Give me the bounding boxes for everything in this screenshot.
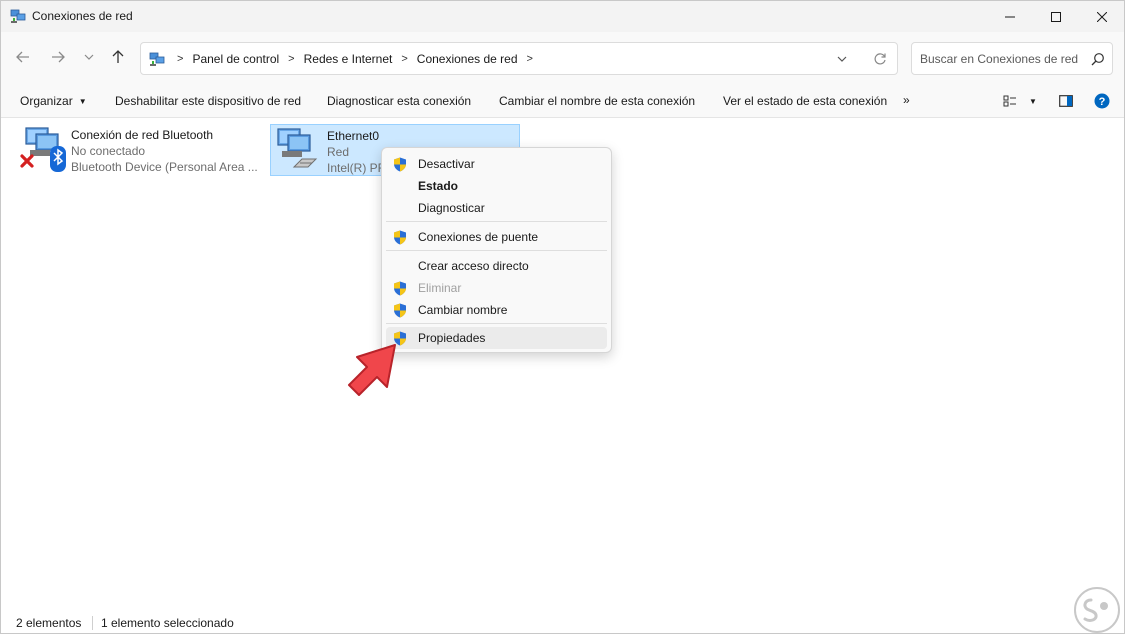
breadcrumb-separator-icon[interactable]: > [177,53,183,65]
search-input[interactable] [920,50,1085,68]
menu-item-cambiar-nombre[interactable]: Cambiar nombre [386,299,607,321]
forward-button[interactable] [47,46,69,68]
network-connections-icon [149,52,165,66]
command-bar: Organizar ▼ Deshabilitar este dispositivo… [1,84,1124,118]
preview-pane-icon [1059,95,1073,107]
rename-connection-button[interactable]: Cambiar el nombre de esta conexión [499,94,695,108]
menu-item-estado[interactable]: Estado [386,175,607,197]
arrow-up-icon [112,50,124,63]
menu-item-label: Crear acceso directo [418,259,529,273]
diagnose-connection-button[interactable]: Diagnosticar esta conexión [327,94,471,108]
item-details: Ethernet0 Red Intel(R) PRO/1000 MT Netwo… [327,128,382,176]
breadcrumb-network-connections[interactable]: Conexiones de red [417,52,518,66]
chevron-down-icon [837,56,847,62]
svg-text:?: ? [1099,96,1106,108]
menu-item-label: Diagnosticar [418,201,485,215]
disable-device-button[interactable]: Deshabilitar este dispositivo de red [115,94,301,108]
connection-name: Conexión de red Bluetooth [71,128,214,142]
menu-item-label: Conexiones de puente [418,230,539,244]
breadcrumb-control-panel[interactable]: Panel de control [192,52,279,66]
connection-device: Bluetooth Device (Personal Area ... [71,160,258,174]
menu-item-crear-acceso-directo[interactable]: Crear acceso directo [386,255,607,277]
breadcrumb: > Panel de control > Redes e Internet > … [171,43,542,74]
list-item[interactable]: Conexión de red Bluetooth No conectado B… [15,124,263,176]
minimize-button[interactable] [987,1,1033,32]
uac-shield-icon [394,303,406,318]
arrow-right-icon [52,51,65,63]
context-menu: Desactivar Estado Diagnosticar Conexione… [381,147,612,353]
arrow-left-icon [16,51,29,63]
close-icon [1097,11,1107,22]
refresh-icon [874,53,886,65]
close-button[interactable] [1079,1,1125,32]
uac-shield-icon [394,281,406,296]
refresh-button[interactable] [872,51,888,67]
change-view-button[interactable] [1002,93,1020,109]
menu-item-conexiones-de-puente[interactable]: Conexiones de puente [386,226,607,248]
more-commands-button[interactable]: » [903,93,910,107]
search-box[interactable] [911,42,1113,75]
network-connections-window: Conexiones de red > Panel de control > R… [0,0,1125,634]
window-title: Conexiones de red [32,9,133,23]
maximize-button[interactable] [1033,1,1079,32]
ethernet-adapter-icon [277,128,318,168]
menu-item-diagnosticar[interactable]: Diagnosticar [386,197,607,219]
recent-locations-button[interactable] [78,46,100,68]
uac-shield-icon [394,157,406,172]
breadcrumb-separator-icon[interactable]: > [288,53,294,65]
help-button[interactable]: ? [1093,93,1111,109]
menu-separator [386,221,607,222]
minimize-icon [1005,16,1015,17]
menu-item-desactivar[interactable]: Desactivar [386,153,607,175]
organize-label: Organizar [20,94,73,108]
search-icon[interactable] [1091,52,1105,66]
bluetooth-network-adapter-icon [20,127,66,172]
view-dropdown-button[interactable]: ▼ [1024,93,1042,109]
chevron-down-icon [84,54,94,60]
menu-item-label: Desactivar [418,157,475,171]
title-bar: Conexiones de red [1,1,1124,32]
view-options-icon [1003,95,1016,107]
item-details: Conexión de red Bluetooth No conectado B… [71,127,261,175]
breadcrumb-separator-icon[interactable]: > [527,53,533,65]
annotation-arrow-icon [348,344,396,396]
connection-status: No conectado [71,144,146,158]
connection-status: Red [327,145,350,159]
connection-device: Intel(R) PRO/1000 MT Network Connection [327,161,382,175]
breadcrumb-separator-icon[interactable]: > [401,53,407,65]
view-status-button[interactable]: Ver el estado de esta conexión [723,94,887,108]
network-connections-icon [10,9,26,23]
back-button[interactable] [12,46,34,68]
uac-shield-icon [394,230,406,245]
maximize-icon [1051,11,1061,22]
selection-count: 1 elemento seleccionado [101,616,234,630]
address-bar[interactable]: > Panel de control > Redes e Internet > … [140,42,898,75]
status-bar: 2 elementos 1 elemento seleccionado [1,607,1124,633]
menu-item-label: Eliminar [418,281,462,295]
caret-down-icon: ▼ [78,97,87,106]
status-separator [92,616,93,630]
up-button[interactable] [107,46,129,68]
menu-item-label: Cambiar nombre [418,303,508,317]
address-history-button[interactable] [834,51,850,67]
help-icon: ? [1094,93,1110,109]
menu-separator [386,323,607,324]
caret-down-icon: ▼ [1029,96,1037,106]
item-count: 2 elementos [16,616,82,630]
menu-item-label: Estado [418,179,459,193]
watermark-logo-icon [1074,587,1120,633]
preview-pane-button[interactable] [1057,93,1075,109]
navigation-bar: > Panel de control > Redes e Internet > … [1,32,1124,84]
menu-item-eliminar: Eliminar [386,277,607,299]
menu-item-propiedades[interactable]: Propiedades [386,327,607,349]
organize-menu-button[interactable]: Organizar ▼ [20,94,87,108]
menu-separator [386,250,607,251]
breadcrumb-network-internet[interactable]: Redes e Internet [304,52,393,66]
menu-item-label: Propiedades [418,331,486,345]
connection-name: Ethernet0 [327,129,380,143]
